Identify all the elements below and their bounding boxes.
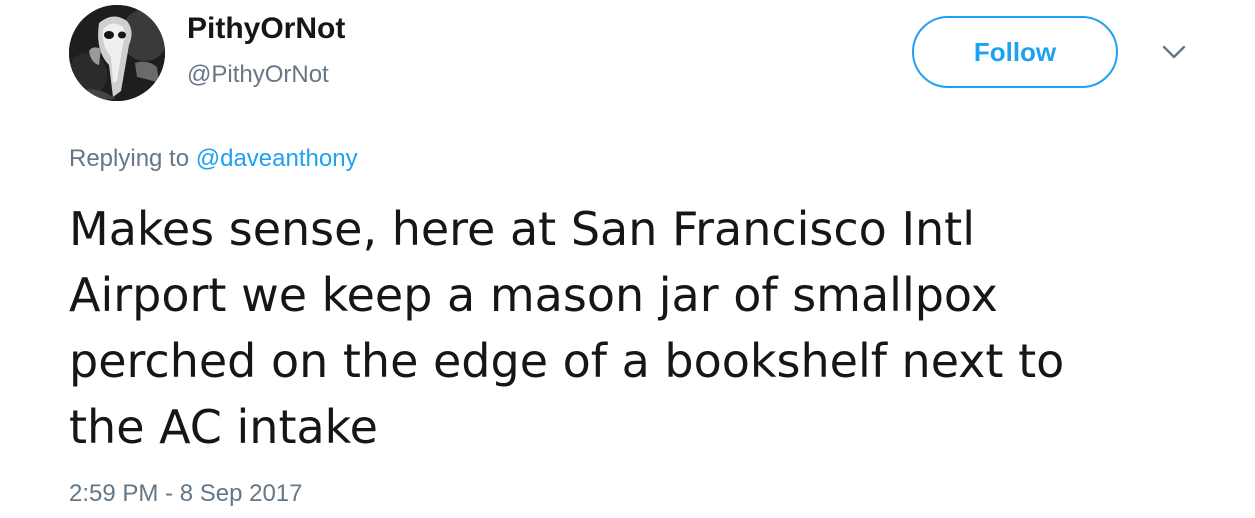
follow-button[interactable]: Follow bbox=[912, 16, 1118, 88]
tweet-text-line: Makes sense, here at San Francisco Intl bbox=[69, 202, 975, 256]
avatar[interactable] bbox=[69, 5, 165, 101]
reply-mention-link[interactable]: @daveanthony bbox=[196, 145, 358, 172]
tweet-timestamp[interactable]: 2:59 PM - 8 Sep 2017 bbox=[69, 478, 302, 510]
tweet-text-line: the AC intake bbox=[69, 400, 378, 454]
chevron-down-icon[interactable] bbox=[1158, 40, 1190, 64]
tweet-text-line: perched on the edge of a bookshelf next … bbox=[69, 334, 1065, 388]
replying-to-line: Replying to @daveanthony bbox=[69, 143, 358, 175]
tweet-text-line: Airport we keep a mason jar of smallpox bbox=[69, 268, 998, 322]
tweet-text: Makes sense, here at San Francisco Intl … bbox=[69, 196, 1219, 460]
plague-doctor-avatar-icon bbox=[69, 5, 165, 101]
replying-to-label: Replying to bbox=[69, 145, 190, 172]
author-handle[interactable]: @PithyOrNot bbox=[187, 60, 329, 90]
author-display-name[interactable]: PithyOrNot bbox=[187, 11, 345, 47]
